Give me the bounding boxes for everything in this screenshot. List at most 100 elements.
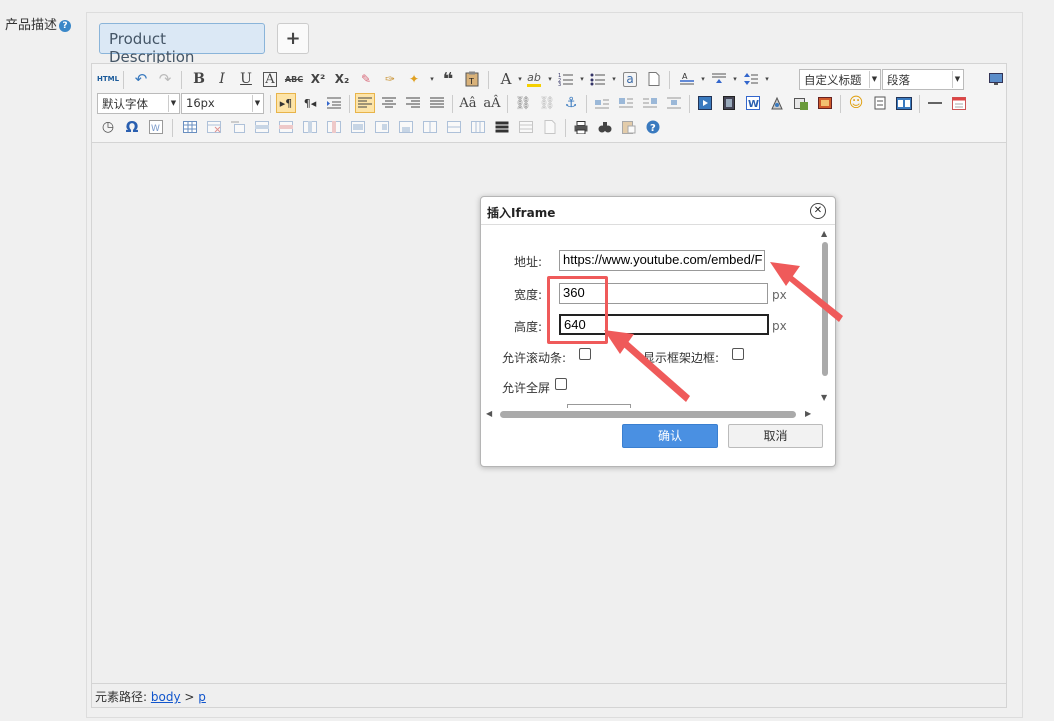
uppercase-icon[interactable]: Aâ (458, 93, 478, 113)
allow-scroll-checkbox[interactable] (579, 348, 591, 360)
unlink-icon[interactable]: ⛓ (537, 93, 557, 113)
tab-product-description[interactable]: Product Description (99, 23, 265, 54)
indent-icon[interactable] (324, 93, 344, 113)
horizontal-rule-icon[interactable] (925, 93, 945, 113)
attachment-icon[interactable] (767, 93, 787, 113)
insert-video-icon[interactable] (719, 93, 739, 113)
row-spacing-dropdown-icon[interactable]: ▾ (757, 69, 777, 89)
allow-fullscreen-checkbox[interactable] (555, 378, 567, 390)
dialog-horizontal-scrollbar[interactable]: ◀ ▶ (483, 407, 813, 421)
drafts-icon[interactable] (619, 117, 639, 137)
image-right-icon[interactable] (640, 93, 660, 113)
strikethrough-icon[interactable]: ABC (284, 69, 304, 89)
insert-col-icon[interactable] (300, 117, 320, 137)
anchor-text-icon[interactable]: a (620, 69, 640, 89)
font-size-select[interactable]: 16px▼ (181, 93, 264, 114)
align-center-icon[interactable] (379, 93, 399, 113)
date-icon[interactable] (949, 93, 969, 113)
align-right-icon[interactable] (403, 93, 423, 113)
width-unit: px (772, 288, 787, 302)
subscript-icon[interactable]: X₂ (332, 69, 352, 89)
undo-icon[interactable]: ↶ (131, 69, 151, 89)
paragraph-select[interactable]: 段落▼ (882, 69, 964, 90)
split-cols-icon[interactable] (468, 117, 488, 137)
merge-down-icon[interactable] (396, 117, 416, 137)
underline-icon[interactable]: U (236, 69, 256, 89)
cell-properties-icon[interactable] (516, 117, 536, 137)
font-border-icon[interactable]: A (260, 69, 280, 89)
font-family-select[interactable]: 默认字体▼ (97, 93, 180, 114)
delete-table-icon[interactable] (204, 117, 224, 137)
format-brush-icon[interactable]: ✑ (380, 69, 400, 89)
print-icon[interactable] (571, 117, 591, 137)
help-circle-icon[interactable]: ? (643, 117, 663, 137)
scroll-left-icon[interactable]: ◀ (486, 409, 492, 418)
vertical-scroll-thumb[interactable] (822, 242, 828, 376)
split-cells-icon[interactable] (420, 117, 440, 137)
cancel-button[interactable]: 取消 (728, 424, 823, 448)
scroll-up-icon[interactable]: ▲ (821, 229, 827, 238)
emotion-icon[interactable]: ☺ (846, 93, 866, 113)
show-border-checkbox[interactable] (732, 348, 744, 360)
auto-format-icon[interactable]: ✦ (404, 69, 424, 89)
insert-image-icon[interactable] (695, 93, 715, 113)
image-left-icon[interactable] (616, 93, 636, 113)
anchor-icon[interactable]: ⚓ (561, 93, 581, 113)
paste-plain-icon[interactable]: T (462, 69, 482, 89)
width-label: 宽度: (514, 286, 542, 303)
link-icon[interactable]: ⛓ (513, 93, 533, 113)
word-image-icon[interactable]: W (743, 93, 763, 113)
rtl-direction-icon[interactable]: ¶◂ (300, 93, 320, 113)
spechars-icon[interactable] (870, 93, 890, 113)
time-icon[interactable]: ◷ (98, 117, 118, 137)
height-label: 高度: (514, 318, 542, 335)
table-properties-icon[interactable] (492, 117, 512, 137)
scroll-down-icon[interactable]: ▼ (821, 393, 827, 402)
fullscreen-icon[interactable] (986, 69, 1006, 89)
dialog-title: 插入Iframe (481, 197, 835, 225)
annotation-highlight-box (547, 276, 608, 344)
html-source-icon[interactable]: HTML (98, 69, 118, 89)
find-replace-icon[interactable] (595, 117, 615, 137)
confirm-button[interactable]: 确认 (622, 424, 718, 448)
omega-special-char-icon[interactable]: Ω (122, 117, 142, 137)
height-unit: px (772, 319, 787, 333)
split-rows-icon[interactable] (444, 117, 464, 137)
delete-row-icon[interactable] (276, 117, 296, 137)
italic-icon[interactable]: I (212, 69, 232, 89)
map-icon[interactable] (791, 93, 811, 113)
horizontal-scroll-thumb[interactable] (500, 411, 796, 418)
template-icon[interactable] (894, 93, 914, 113)
bold-icon[interactable]: B (189, 69, 209, 89)
lowercase-icon[interactable]: aÂ (482, 93, 502, 113)
align-left-icon[interactable] (355, 93, 375, 113)
align-justify-icon[interactable] (427, 93, 447, 113)
heading-select[interactable]: 自定义标题▼ (799, 69, 881, 90)
delete-col-icon[interactable] (324, 117, 344, 137)
close-icon[interactable]: ✕ (810, 203, 826, 219)
address-input[interactable]: https://www.youtube.com/embed/F (559, 250, 765, 271)
dialog-vertical-scrollbar[interactable]: ▲ ▼ (818, 227, 832, 405)
merge-cells-icon[interactable] (348, 117, 368, 137)
help-icon[interactable]: ? (59, 20, 71, 32)
scroll-right-icon[interactable]: ▶ (805, 409, 811, 418)
editor-toolbar: HTML ↶ ↷ B I U A ABC X² X₂ ✎ ✑ ✦ ▾ ❝ T A… (92, 64, 1006, 143)
element-path-body-link[interactable]: body (151, 690, 181, 704)
word-paste-icon[interactable]: W (146, 117, 166, 137)
blockquote-icon[interactable]: ❝ (438, 69, 458, 89)
superscript-icon[interactable]: X² (308, 69, 328, 89)
insert-row-icon[interactable] (252, 117, 272, 137)
ltr-direction-icon[interactable]: ▸¶ (276, 93, 296, 113)
gmap-icon[interactable] (815, 93, 835, 113)
insert-table-icon[interactable] (180, 117, 200, 137)
image-none-icon[interactable] (592, 93, 612, 113)
merge-right-icon[interactable] (372, 117, 392, 137)
eraser-icon[interactable]: ✎ (356, 69, 376, 89)
add-tab-button[interactable]: + (277, 23, 309, 54)
sort-table-icon[interactable] (540, 117, 560, 137)
paragraph-before-table-icon[interactable] (228, 117, 248, 137)
element-path-p-link[interactable]: p (198, 690, 206, 704)
redo-icon[interactable]: ↷ (155, 69, 175, 89)
page-icon[interactable] (644, 69, 664, 89)
image-center-icon[interactable] (664, 93, 684, 113)
